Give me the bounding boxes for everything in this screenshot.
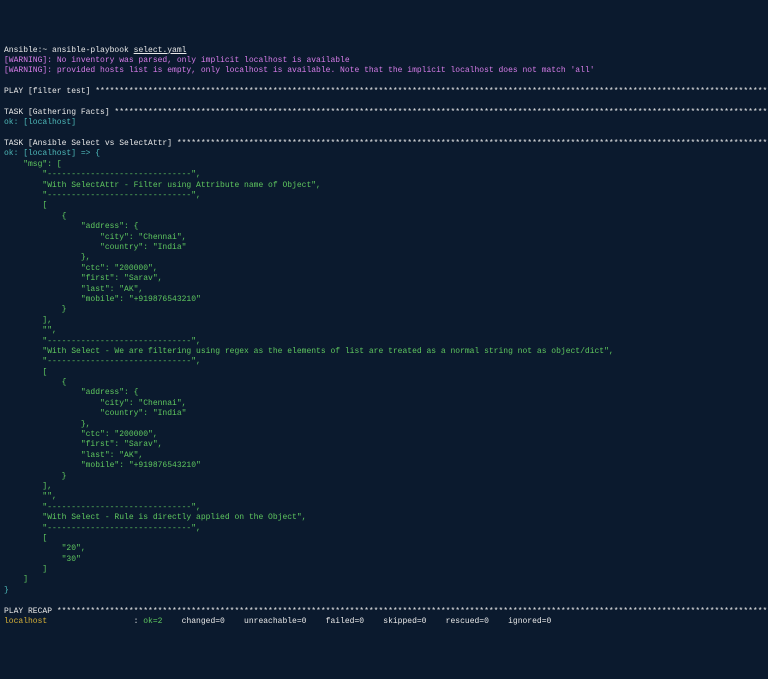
- warning-text-1: No inventory was parsed, only implicit l…: [57, 56, 350, 65]
- task-selectattr: TASK [Ansible Select vs SelectAttr]: [4, 139, 177, 148]
- country-1: "country": "India": [4, 243, 186, 252]
- ok-localhost-1: ok: [localhost]: [4, 118, 76, 127]
- mobile-2: "mobile": "+919876543210": [4, 461, 201, 470]
- warning-text-2: provided hosts list is empty, only local…: [57, 66, 595, 75]
- sep-6: "------------------------------",: [4, 524, 201, 533]
- addr-open-2: "address": {: [4, 388, 138, 397]
- empty-2: "",: [4, 492, 57, 501]
- play-filter-test: PLAY [filter test]: [4, 87, 95, 96]
- ctc-2: "ctc": "200000",: [4, 430, 158, 439]
- last-1: "last": "AK",: [4, 285, 143, 294]
- val-20: "20",: [4, 544, 86, 553]
- prompt-prefix: Ansible:~: [4, 46, 52, 55]
- country-2: "country": "India": [4, 409, 186, 418]
- sep-3: "------------------------------",: [4, 337, 201, 346]
- ok-localhost-2: ok: [localhost] => {: [4, 149, 100, 158]
- script-filename: select.yaml: [134, 46, 187, 55]
- brace-open-1: {: [4, 212, 66, 221]
- sep-5: "------------------------------",: [4, 503, 201, 512]
- brace-close-1: }: [4, 305, 66, 314]
- bracket-close-2: ],: [4, 482, 52, 491]
- msg-close: ]: [4, 575, 28, 584]
- stars-recap: ****************************************…: [57, 607, 768, 616]
- bracket-close-1: ],: [4, 316, 52, 325]
- bracket-close-3: ]: [4, 565, 47, 574]
- sep-1: "------------------------------",: [4, 170, 201, 179]
- stars-1: ****************************************…: [95, 87, 768, 96]
- task-gathering: TASK [Gathering Facts]: [4, 108, 114, 117]
- brace-close-2: }: [4, 472, 66, 481]
- first-2: "first": "Sarav",: [4, 440, 162, 449]
- bracket-open-1: [: [4, 201, 47, 210]
- command-text: ansible-playbook: [52, 46, 134, 55]
- msg-open: "msg": [: [4, 160, 62, 169]
- sep-2: "------------------------------",: [4, 191, 201, 200]
- brace-open-2: {: [4, 378, 66, 387]
- last-2: "last": "AK",: [4, 451, 143, 460]
- recap-host: localhost: [4, 617, 47, 626]
- line-select: "With Select - We are filtering using re…: [4, 347, 614, 356]
- bracket-open-2: [: [4, 368, 47, 377]
- stars-3: ****************************************…: [177, 139, 768, 148]
- play-recap: PLAY RECAP: [4, 607, 57, 616]
- addr-close-2: },: [4, 420, 90, 429]
- recap-spacer: :: [47, 617, 143, 626]
- addr-close-1: },: [4, 253, 90, 262]
- recap-rest: changed=0 unreachable=0 failed=0 skipped…: [162, 617, 551, 626]
- bracket-open-3: [: [4, 534, 47, 543]
- sep-4: "------------------------------",: [4, 357, 201, 366]
- outer-brace-close: }: [4, 586, 9, 595]
- line-rule: "With Select - Rule is directly applied …: [4, 513, 306, 522]
- terminal-output: Ansible:~ ansible-playbook select.yaml […: [4, 46, 764, 628]
- recap-ok: ok=2: [143, 617, 162, 626]
- stars-2: ****************************************…: [114, 108, 768, 117]
- mobile-1: "mobile": "+919876543210": [4, 295, 201, 304]
- first-1: "first": "Sarav",: [4, 274, 162, 283]
- city-2: "city": "Chennai",: [4, 399, 186, 408]
- val-30: "30": [4, 555, 81, 564]
- warning-label-2: [WARNING]:: [4, 66, 57, 75]
- warning-label-1: [WARNING]:: [4, 56, 57, 65]
- addr-open-1: "address": {: [4, 222, 138, 231]
- empty-1: "",: [4, 326, 57, 335]
- city-1: "city": "Chennai",: [4, 233, 186, 242]
- line-selectattr: "With SelectAttr - Filter using Attribut…: [4, 181, 321, 190]
- ctc-1: "ctc": "200000",: [4, 264, 158, 273]
